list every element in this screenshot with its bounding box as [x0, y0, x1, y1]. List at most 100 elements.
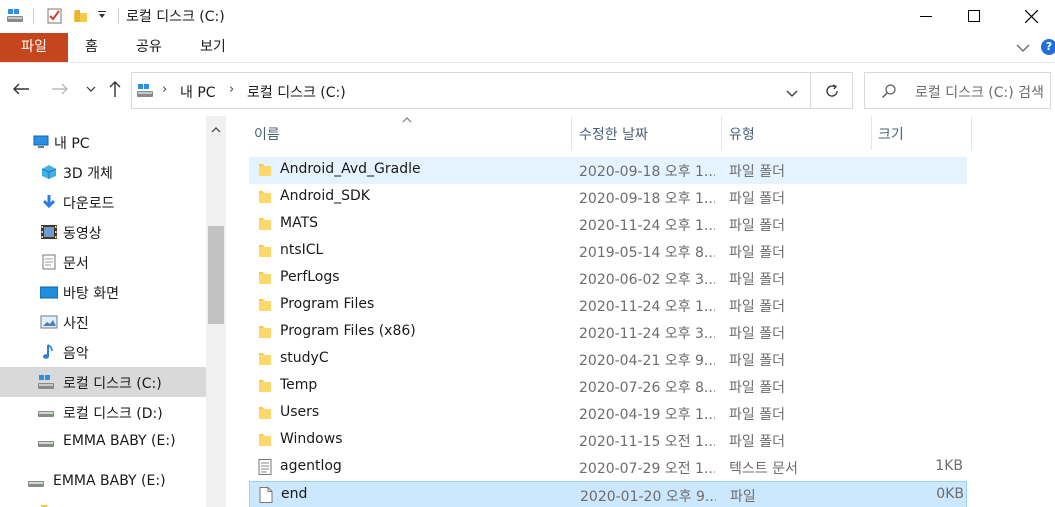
table-row[interactable]: agentlog 2020-07-29 오전 1... 텍스트 문서 1KB: [249, 454, 967, 481]
row-date: 2020-11-24 오후 1...: [579, 218, 715, 234]
column-divider[interactable]: [971, 116, 972, 150]
table-row[interactable]: Android_SDK 2020-09-18 오후 1... 파일 폴더: [249, 184, 967, 211]
nav-item-downloads[interactable]: 다운로드: [0, 187, 206, 217]
tab-share[interactable]: 공유: [136, 33, 162, 62]
row-name: Temp: [280, 377, 318, 393]
row-name: MATS: [280, 215, 319, 231]
tab-home[interactable]: 홈: [85, 33, 98, 62]
quick-access-separator: [33, 8, 34, 24]
nav-item-label: 음악: [63, 346, 89, 362]
row-name: agentlog: [280, 458, 342, 474]
tab-view[interactable]: 보기: [200, 33, 226, 62]
row-size: 1KB: [935, 458, 963, 474]
title-separator: [118, 8, 119, 24]
table-row[interactable]: Users 2020-04-19 오후 1... 파일 폴더: [249, 400, 967, 427]
customize-quick-access-icon[interactable]: [96, 9, 114, 27]
new-folder-icon[interactable]: [72, 7, 90, 25]
explorer-drive-icon[interactable]: [6, 7, 24, 25]
back-button[interactable]: [10, 78, 32, 100]
row-date: 2020-04-21 오후 9...: [579, 353, 715, 369]
up-button[interactable]: [104, 78, 126, 100]
nav-item-emma-baby-e[interactable]: EMMA BABY (E:): [0, 427, 206, 457]
refresh-button[interactable]: [811, 72, 853, 109]
nav-item-local-disk-c[interactable]: 로컬 디스크 (C:): [0, 367, 206, 397]
nav-item-label: 3D 개체: [63, 166, 113, 182]
nav-item-pictures[interactable]: 사진: [0, 307, 206, 337]
list-scrollbar[interactable]: [1047, 116, 1055, 507]
row-date: 2020-09-18 오후 1...: [579, 164, 715, 180]
folder-icon: [258, 351, 272, 367]
table-row[interactable]: end 2020-01-20 오후 9... 파일 0KB: [249, 481, 967, 507]
chevron-right-icon[interactable]: ›: [162, 82, 167, 97]
table-row[interactable]: MATS 2020-11-24 오후 1... 파일 폴더: [249, 211, 967, 238]
folder-icon: [40, 502, 58, 507]
address-dropdown-icon[interactable]: [786, 86, 798, 102]
table-row[interactable]: PerfLogs 2020-06-02 오후 3... 파일 폴더: [249, 265, 967, 292]
chevron-right-icon[interactable]: ›: [229, 82, 234, 97]
table-row[interactable]: Program Files (x86) 2020-11-24 오후 3... 파일 …: [249, 319, 967, 346]
table-row[interactable]: Program Files 2020-11-24 오후 1... 파일 폴더: [249, 292, 967, 319]
column-header-label: 크기: [878, 127, 904, 143]
column-header-date[interactable]: 수정한 날짜: [572, 116, 721, 150]
row-name: Android_Avd_Gradle: [280, 161, 421, 177]
row-date: 2020-09-18 오후 1...: [579, 191, 715, 207]
folder-icon: [258, 162, 272, 178]
maximize-button[interactable]: [950, 0, 998, 32]
close-button[interactable]: [1007, 0, 1055, 32]
folder-icon: [258, 189, 272, 205]
table-row[interactable]: studyC 2020-04-21 오후 9... 파일 폴더: [249, 346, 967, 373]
column-header-label: 이름: [254, 127, 280, 143]
expand-ribbon-icon[interactable]: [1016, 41, 1030, 57]
row-name: Program Files: [280, 296, 375, 312]
drive-icon: [37, 404, 55, 420]
music-icon: [40, 344, 58, 360]
folder-icon: [258, 378, 272, 394]
search-input[interactable]: 로컬 디스크 (C:) 검색: [864, 72, 1051, 109]
nav-scrollbar-thumb[interactable]: [208, 226, 224, 324]
drive-icon: [136, 82, 154, 104]
table-row[interactable]: ntsICL 2019-05-14 오후 8... 파일 폴더: [249, 238, 967, 265]
row-name: Android_SDK: [280, 188, 370, 204]
nav-item-videos[interactable]: 동영상: [0, 217, 206, 247]
recent-locations-button[interactable]: [80, 78, 102, 100]
nav-item-this-pc[interactable]: 내 PC: [0, 127, 206, 157]
properties-icon[interactable]: [46, 7, 64, 25]
column-header-size[interactable]: 크기: [872, 116, 971, 150]
row-type: 파일: [730, 489, 756, 505]
nav-item-label: 문서: [63, 256, 89, 272]
nav-item-emma-baby-e-root[interactable]: EMMA BABY (E:): [0, 467, 206, 497]
nav-scrollbar[interactable]: [206, 116, 226, 507]
scroll-up-icon[interactable]: [211, 122, 221, 138]
row-type: 파일 폴더: [729, 326, 785, 342]
table-row[interactable]: Windows 2020-11-15 오전 1... 파일 폴더: [249, 427, 967, 454]
forward-button[interactable]: [49, 78, 71, 100]
row-date: 2020-07-29 오전 1...: [579, 461, 715, 477]
row-date: 2020-01-20 오후 9...: [580, 489, 716, 505]
file-icon: [259, 487, 273, 503]
folder-icon: [258, 270, 272, 286]
row-date: 2020-04-19 오후 1...: [579, 407, 715, 423]
nav-item-label: 바탕 화면: [63, 286, 119, 302]
table-row[interactable]: Android_Avd_Gradle 2020-09-18 오후 1... 파일 폴…: [249, 157, 967, 184]
nav-item-label: 동영상: [63, 226, 102, 242]
tab-file[interactable]: 파일: [0, 33, 68, 62]
nav-item-music[interactable]: 음악: [0, 337, 206, 367]
help-icon[interactable]: ?: [1041, 39, 1055, 55]
nav-item-3d-objects[interactable]: 3D 개체: [0, 157, 206, 187]
breadcrumb-drive[interactable]: 로컬 디스크 (C:): [247, 82, 346, 102]
address-bar[interactable]: › 내 PC › 로컬 디스크 (C:): [131, 72, 811, 109]
search-placeholder: 로컬 디스크 (C:) 검색: [915, 85, 1044, 101]
column-header-name[interactable]: 이름: [249, 116, 571, 150]
minimize-button[interactable]: [902, 0, 950, 32]
nav-item-documents[interactable]: 문서: [0, 247, 206, 277]
document-icon: [40, 254, 58, 270]
table-row[interactable]: Temp 2020-07-26 오후 8... 파일 폴더: [249, 373, 967, 400]
nav-item-desktop[interactable]: 바탕 화면: [0, 277, 206, 307]
video-icon: [40, 224, 58, 240]
title-bar: 로컬 디스크 (C:): [0, 0, 1055, 32]
nav-item-local-disk-d[interactable]: 로컬 디스크 (D:): [0, 397, 206, 427]
column-header-type[interactable]: 유형: [722, 116, 871, 150]
text-file-icon: [258, 459, 272, 475]
row-size: 0KB: [936, 486, 964, 502]
breadcrumb-pc[interactable]: 내 PC: [180, 82, 216, 102]
